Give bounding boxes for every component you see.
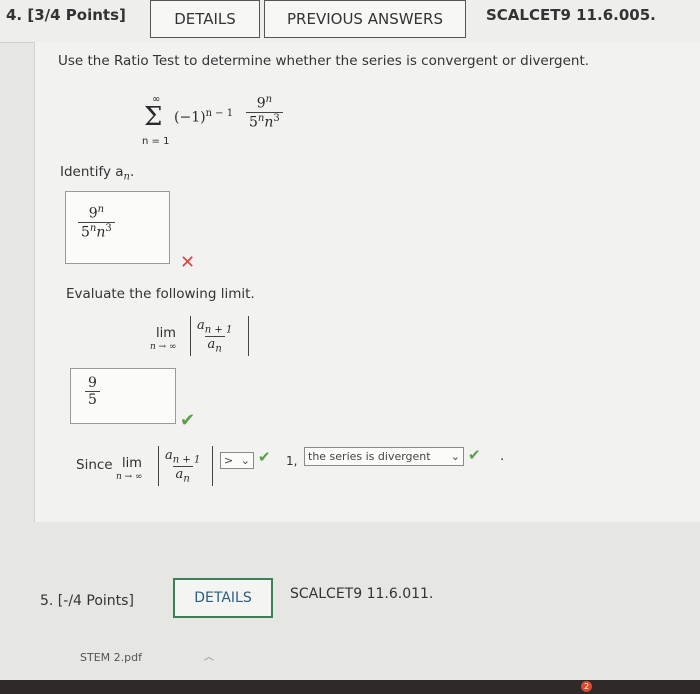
sign-exponent: n − 1 xyxy=(205,108,234,119)
sign-term: (−1)n − 1 xyxy=(174,108,233,126)
identify-label: Identify an. xyxy=(60,164,134,183)
identify-answer-num-exp: n xyxy=(97,204,105,215)
identify-answer-den-exp2: 3 xyxy=(105,222,112,234)
chevron-down-icon: ⌄ xyxy=(240,454,250,467)
since-frac-num-sub: n + 1 xyxy=(172,454,201,466)
taskbar xyxy=(0,680,700,694)
next-question-points: 5. [-/4 Points] xyxy=(40,593,134,609)
sum-symbol: Σ xyxy=(144,102,163,132)
check-icon: ✔ xyxy=(180,410,196,431)
since-frac-den-sub: n xyxy=(183,473,190,485)
limit-expression: lim n → ∞ an + 1 an xyxy=(148,316,258,364)
sum-lower-bound: n = 1 xyxy=(142,136,170,147)
download-chevron-icon[interactable]: ︿ xyxy=(204,648,214,663)
limit-lim: lim xyxy=(156,326,176,341)
next-question-code: SCALCET9 11.6.011. xyxy=(290,586,434,602)
limit-frac-num-sub: n + 1 xyxy=(204,324,233,336)
x-icon: ✕ xyxy=(180,252,196,273)
question-points-label: 4. [3/4 Points] xyxy=(6,6,126,24)
sum-upper-bound: ∞ xyxy=(152,94,161,105)
identify-label-text: Identify a xyxy=(60,164,124,180)
comparison-value: > xyxy=(224,454,234,467)
check-icon: ✔ xyxy=(468,446,481,464)
series-fraction: 9n 5nn3 xyxy=(246,94,283,130)
since-abs-right xyxy=(212,446,213,486)
identify-label-end: . xyxy=(129,164,135,180)
identify-answer-box[interactable]: 9n 5nn3 xyxy=(65,191,170,264)
limit-abs-right xyxy=(248,316,249,356)
question-prompt: Use the Ratio Test to determine whether … xyxy=(58,53,590,69)
sign-base: (−1) xyxy=(174,109,206,126)
details-button[interactable]: DETAILS xyxy=(150,0,260,38)
comparison-select[interactable]: > ⌄ xyxy=(220,452,254,469)
series-expression: Σ ∞ n = 1 (−1)n − 1 9n 5nn3 xyxy=(140,92,300,152)
since-frac-num: a xyxy=(165,448,173,463)
chevron-down-icon: ⌄ xyxy=(450,450,460,463)
next-details-button[interactable]: DETAILS xyxy=(173,578,273,618)
since-abs-left xyxy=(158,446,159,486)
series-denominator: 5 xyxy=(249,114,258,131)
conclusion-value: the series is divergent xyxy=(308,450,431,463)
identify-answer-den: 5 xyxy=(81,224,90,241)
conclusion-select[interactable]: the series is divergent ⌄ xyxy=(304,447,464,466)
limit-under: n → ∞ xyxy=(150,342,177,352)
since-lim: lim xyxy=(122,456,142,471)
since-label: Since xyxy=(76,457,113,473)
series-numerator-exp: n xyxy=(265,94,273,105)
question-code: SCALCET9 11.6.005. xyxy=(486,6,656,24)
since-lim-under: n → ∞ xyxy=(116,472,143,482)
limit-frac-den-sub: n xyxy=(215,343,222,355)
limit-answer-num: 9 xyxy=(88,375,97,391)
since-after-text: 1, xyxy=(286,454,298,468)
since-end-text: . xyxy=(500,448,505,464)
limit-answer-box[interactable]: 9 5 xyxy=(70,368,176,424)
series-denominator-exp2: 3 xyxy=(273,112,280,124)
since-expression: lim n → ∞ an + 1 an xyxy=(116,444,216,490)
limit-answer-den: 5 xyxy=(85,391,100,408)
series-numerator: 9 xyxy=(256,95,266,112)
evaluate-limit-label: Evaluate the following limit. xyxy=(66,286,255,302)
identify-answer-num: 9 xyxy=(88,205,98,222)
limit-abs-left xyxy=(190,316,191,356)
check-icon: ✔ xyxy=(258,448,271,466)
question-header: 4. [3/4 Points] DETAILS PREVIOUS ANSWERS… xyxy=(0,0,700,43)
notification-badge: 2 xyxy=(581,681,592,692)
download-filename[interactable]: STEM 2.pdf xyxy=(80,651,142,664)
limit-frac-num: a xyxy=(197,318,205,333)
previous-answers-button[interactable]: PREVIOUS ANSWERS xyxy=(264,0,466,38)
